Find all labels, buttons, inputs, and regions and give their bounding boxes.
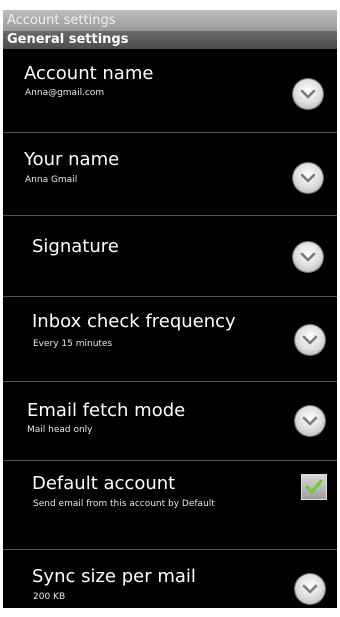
setting-title: Default account [32,473,176,494]
section-header-general: General settings [3,31,337,49]
setting-title: Your name [24,149,120,170]
setting-default-account[interactable]: Default account Send email from this acc… [3,461,337,550]
setting-summary: Anna Gmail [25,175,78,185]
chevron-down-icon[interactable] [295,574,325,604]
chevron-down-icon[interactable] [293,242,323,272]
chevron-down-icon[interactable] [293,163,323,193]
setting-title: Signature [32,236,119,257]
setting-sync-size-per-mail[interactable]: Sync size per mail 200 KB [3,550,337,608]
default-account-checkbox[interactable] [301,474,327,500]
setting-title: Sync size per mail [32,566,196,587]
setting-summary: Every 15 minutes [33,339,113,349]
setting-signature[interactable]: Signature [3,216,337,297]
chevron-down-icon[interactable] [295,406,325,436]
setting-summary: 200 KB [33,592,66,602]
setting-title: Inbox check frequency [32,311,236,332]
setting-summary: Anna@gmail.com [25,88,105,98]
setting-your-name[interactable]: Your name Anna Gmail [3,133,337,216]
setting-email-fetch-mode[interactable]: Email fetch mode Mail head only [3,382,337,461]
setting-summary: Send email from this account by Default [33,499,215,509]
setting-inbox-check-frequency[interactable]: Inbox check frequency Every 15 minutes [3,297,337,382]
setting-summary: Mail head only [27,425,93,435]
setting-title: Email fetch mode [27,400,186,421]
setting-title: Account name [24,63,154,84]
checkmark-icon [305,479,323,494]
chevron-down-icon[interactable] [293,79,323,109]
title-bar: Account settings [3,10,337,31]
setting-account-name[interactable]: Account name Anna@gmail.com [3,49,337,133]
settings-screen: Account settings General settings Accoun… [3,10,337,608]
chevron-down-icon[interactable] [295,325,325,355]
